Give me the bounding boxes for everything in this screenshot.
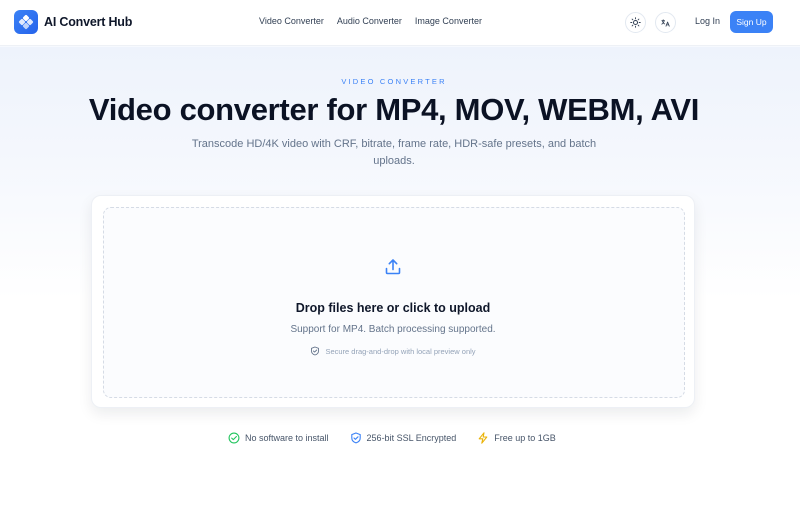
feature-label: 256-bit SSL Encrypted <box>366 433 457 443</box>
dropzone-note-text: Secure drag-and-drop with local preview … <box>325 346 476 356</box>
shield-icon <box>311 346 320 356</box>
logo-mark-icon <box>14 10 38 34</box>
nav-audio-converter[interactable]: Audio Converter <box>337 16 402 26</box>
nav-video-converter[interactable]: Video Converter <box>259 16 324 26</box>
dropzone-subtitle: Support for MP4. Batch processing suppor… <box>290 324 496 335</box>
hero-eyebrow: VIDEO CONVERTER <box>341 77 447 86</box>
nav-image-converter[interactable]: Image Converter <box>415 16 482 26</box>
sun-icon <box>630 17 641 28</box>
translate-icon <box>661 19 670 27</box>
language-button[interactable] <box>655 12 676 33</box>
lightning-icon <box>478 432 488 444</box>
hero-subtitle: Transcode HD/4K video with CRF, bitrate,… <box>191 138 597 167</box>
shield-check-icon <box>350 432 361 444</box>
signup-button[interactable]: Sign Up <box>730 11 773 33</box>
dropzone-title: Drop files here or click to upload <box>295 301 491 315</box>
brand-logo[interactable]: AI Convert Hub <box>14 10 132 34</box>
page-title: Video converter for MP4, MOV, WEBM, AVI <box>88 92 700 127</box>
feature-list: No software to install 256-bit SSL Encry… <box>228 432 556 444</box>
brand-name: AI Convert Hub <box>44 15 133 29</box>
feature-item: Free up to 1GB <box>477 432 556 444</box>
top-navbar: AI Convert Hub Video Converter Audio Con… <box>0 0 800 46</box>
feature-item: 256-bit SSL Encrypted <box>350 432 457 444</box>
check-circle-icon <box>228 432 240 444</box>
upload-icon <box>370 253 416 281</box>
login-link[interactable]: Log In <box>695 16 720 26</box>
main-nav: Video Converter Audio Converter Image Co… <box>259 16 482 26</box>
feature-item: No software to install <box>228 432 329 444</box>
feature-label: Free up to 1GB <box>494 433 556 443</box>
theme-toggle-button[interactable] <box>625 12 646 33</box>
feature-label: No software to install <box>245 433 329 443</box>
dropzone-note: Secure drag-and-drop with local preview … <box>91 346 695 356</box>
